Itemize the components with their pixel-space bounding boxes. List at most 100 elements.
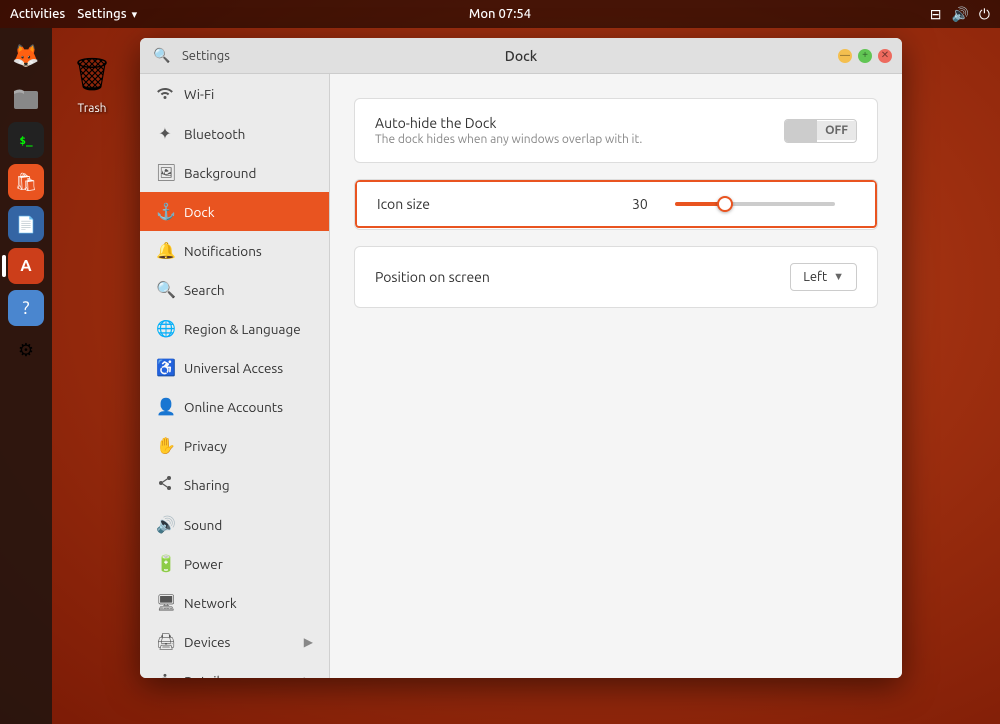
minimize-button[interactable]: — — [838, 49, 852, 63]
taskbar-fonts[interactable]: A — [8, 248, 44, 284]
position-info: Position on screen — [375, 269, 790, 285]
taskbar-help[interactable]: ? — [8, 290, 44, 326]
sidebar-item-region[interactable]: 🌐 Region & Language — [140, 309, 329, 348]
online-icon: 👤 — [156, 397, 174, 416]
sidebar-item-dock[interactable]: ⚓ Dock — [140, 192, 329, 231]
toggle-track — [785, 120, 817, 142]
sound-label: Sound — [184, 517, 222, 533]
universal-label: Universal Access — [184, 360, 283, 376]
taskbar-text[interactable]: 📄 — [8, 206, 44, 242]
online-label: Online Accounts — [184, 399, 283, 415]
position-dropdown[interactable]: Left ▼ — [790, 263, 857, 291]
settings-sidebar: Wi-Fi ✦ Bluetooth 🖼 Background ⚓ Dock 🔔 … — [140, 74, 330, 678]
sidebar-item-online[interactable]: 👤 Online Accounts — [140, 387, 329, 426]
sidebar-item-background[interactable]: 🖼 Background — [140, 153, 329, 192]
settings-window: 🔍 Settings Dock — + ✕ Wi-Fi — [140, 38, 902, 678]
icon-size-control: 30 — [632, 196, 855, 212]
bluetooth-label: Bluetooth — [184, 126, 245, 142]
sidebar-item-details[interactable]: ℹ Details ▶ — [140, 661, 329, 678]
sidebar-item-privacy[interactable]: ✋ Privacy — [140, 426, 329, 465]
wifi-icon — [156, 84, 174, 104]
autohide-row: Auto-hide the Dock The dock hides when a… — [355, 99, 877, 162]
trash-label: Trash — [77, 102, 106, 115]
autohide-title: Auto-hide the Dock — [375, 115, 784, 131]
taskbar-files[interactable] — [8, 80, 44, 116]
sharing-icon — [156, 475, 174, 495]
wifi-label: Wi-Fi — [184, 86, 214, 102]
privacy-icon: ✋ — [156, 436, 174, 455]
notifications-icon: 🔔 — [156, 241, 174, 260]
sound-icon: 🔊 — [156, 515, 174, 534]
power-icon[interactable]: ⏻ — [979, 6, 990, 23]
icon-size-label: Icon size — [377, 196, 632, 212]
taskbar-software[interactable]: 🛍 — [8, 164, 44, 200]
autohide-card: Auto-hide the Dock The dock hides when a… — [354, 98, 878, 163]
autohide-desc: The dock hides when any windows overlap … — [375, 133, 784, 146]
universal-icon: ♿ — [156, 358, 174, 377]
devices-arrow: ▶ — [304, 635, 313, 649]
window-body: Wi-Fi ✦ Bluetooth 🖼 Background ⚓ Dock 🔔 … — [140, 74, 902, 678]
dropdown-arrow-icon: ▼ — [833, 271, 844, 283]
window-title: Dock — [505, 48, 537, 64]
sidebar-item-devices[interactable]: 🖨 Devices ▶ — [140, 622, 329, 661]
sidebar-item-search[interactable]: 🔍 Search — [140, 270, 329, 309]
network-icon: 🖥 — [156, 593, 174, 612]
sidebar-item-power[interactable]: 🔋 Power — [140, 544, 329, 583]
dock-settings-content: Auto-hide the Dock The dock hides when a… — [330, 74, 902, 678]
sidebar-item-sound[interactable]: 🔊 Sound — [140, 505, 329, 544]
titlebar-search-button[interactable]: 🔍 — [150, 44, 174, 68]
icon-size-row: Icon size 30 — [355, 180, 877, 228]
taskbar-firefox[interactable]: 🦊 — [8, 38, 44, 74]
details-icon: ℹ — [156, 671, 174, 678]
settings-menu-button[interactable]: Settings ▾ — [77, 7, 137, 21]
search-label: Search — [184, 282, 225, 298]
trash-icon[interactable]: 🗑 Trash — [68, 50, 116, 115]
devices-icon: 🖨 — [156, 632, 174, 651]
bluetooth-icon: ✦ — [156, 124, 174, 143]
taskbar-settings[interactable]: ⚙ — [8, 332, 44, 368]
window-controls: — + ✕ — [838, 49, 892, 63]
window-titlebar: 🔍 Settings Dock — + ✕ — [140, 38, 902, 74]
sidebar-item-sharing[interactable]: Sharing — [140, 465, 329, 505]
network-status-icon[interactable]: ⊟ — [930, 6, 942, 23]
power-label: Power — [184, 556, 223, 572]
close-button[interactable]: ✕ — [878, 49, 892, 63]
network-label: Network — [184, 595, 237, 611]
taskbar: 🦊 $_ 🛍 📄 A ? ⚙ — [0, 28, 52, 724]
sidebar-item-universal[interactable]: ♿ Universal Access — [140, 348, 329, 387]
desktop: Activities Settings ▾ Mon 07:54 ⊟ 🔊 ⏻ 🦊 … — [0, 0, 1000, 724]
taskbar-terminal[interactable]: $_ — [8, 122, 44, 158]
icon-size-slider[interactable] — [675, 202, 835, 206]
background-label: Background — [184, 165, 256, 181]
region-label: Region & Language — [184, 321, 301, 337]
volume-icon[interactable]: 🔊 — [951, 6, 968, 23]
background-icon: 🖼 — [156, 163, 174, 182]
activities-button[interactable]: Activities — [10, 7, 65, 21]
autohide-info: Auto-hide the Dock The dock hides when a… — [375, 115, 784, 146]
position-row: Position on screen Left ▼ — [355, 247, 877, 307]
position-card: Position on screen Left ▼ — [354, 246, 878, 308]
position-control: Left ▼ — [790, 263, 857, 291]
search-icon: 🔍 — [156, 280, 174, 299]
icon-size-card: Icon size 30 — [354, 179, 878, 230]
dock-icon: ⚓ — [156, 202, 174, 221]
topbar-clock: Mon 07:54 — [469, 7, 531, 21]
sidebar-item-network[interactable]: 🖥 Network — [140, 583, 329, 622]
titlebar-settings-label: Settings — [182, 49, 230, 63]
maximize-button[interactable]: + — [858, 49, 872, 63]
autohide-toggle[interactable]: OFF — [784, 119, 857, 143]
icon-size-value: 30 — [632, 196, 657, 212]
details-arrow: ▶ — [304, 674, 313, 679]
sidebar-item-bluetooth[interactable]: ✦ Bluetooth — [140, 114, 329, 153]
sidebar-item-wifi[interactable]: Wi-Fi — [140, 74, 329, 114]
sidebar-item-notifications[interactable]: 🔔 Notifications — [140, 231, 329, 270]
dock-label: Dock — [184, 204, 215, 220]
autohide-control: OFF — [784, 119, 857, 143]
toggle-label: OFF — [817, 121, 856, 140]
position-label: Position on screen — [375, 269, 790, 285]
sharing-label: Sharing — [184, 477, 230, 493]
trash-icon-image: 🗑 — [68, 50, 116, 98]
power-icon2: 🔋 — [156, 554, 174, 573]
slider-container — [675, 202, 855, 206]
region-icon: 🌐 — [156, 319, 174, 338]
